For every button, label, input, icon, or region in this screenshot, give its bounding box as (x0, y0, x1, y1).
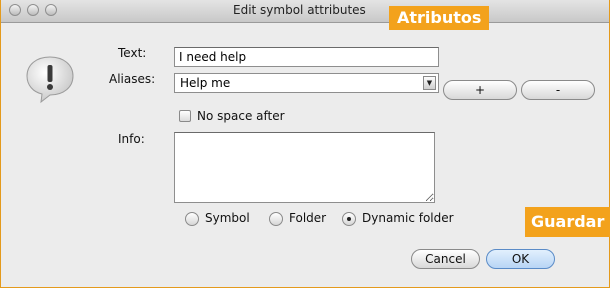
radio-symbol-label[interactable]: Symbol (205, 211, 250, 225)
radio-dynamic-folder[interactable] (342, 212, 356, 226)
aliases-label: Aliases: (109, 72, 156, 86)
no-space-after-checkbox[interactable] (179, 110, 191, 122)
aliases-combobox[interactable]: Help me ▼ (174, 73, 439, 93)
info-textarea[interactable] (174, 132, 435, 203)
radio-folder-label[interactable]: Folder (289, 211, 326, 225)
cancel-button[interactable]: Cancel (411, 249, 480, 269)
callout-guardar: Guardar (525, 207, 610, 237)
no-space-after-label[interactable]: No space after (197, 109, 285, 123)
radio-dynamic-folder-label[interactable]: Dynamic folder (362, 211, 454, 225)
radio-folder[interactable] (269, 212, 283, 226)
remove-alias-button[interactable]: - (521, 80, 595, 100)
radio-selected-dot (347, 217, 351, 221)
speech-bubble-exclamation-icon (26, 56, 74, 104)
text-label: Text: (118, 46, 147, 60)
title-bar: Edit symbol attributes (1, 0, 609, 23)
callout-atributos: Atributos (389, 6, 490, 30)
ok-button[interactable]: OK (486, 249, 555, 269)
add-alias-button[interactable]: + (443, 80, 517, 100)
info-label: Info: (118, 132, 145, 146)
dropdown-arrow-icon[interactable]: ▼ (423, 76, 436, 90)
radio-symbol[interactable] (185, 212, 199, 226)
close-window-button[interactable] (9, 4, 21, 16)
text-input[interactable] (174, 47, 439, 67)
minimize-window-button[interactable] (27, 4, 39, 16)
aliases-value: Help me (180, 76, 231, 90)
zoom-window-button[interactable] (45, 4, 57, 16)
edit-symbol-dialog: Edit symbol attributes Atributos Text: A… (0, 0, 610, 288)
window-title: Edit symbol attributes (233, 3, 366, 17)
